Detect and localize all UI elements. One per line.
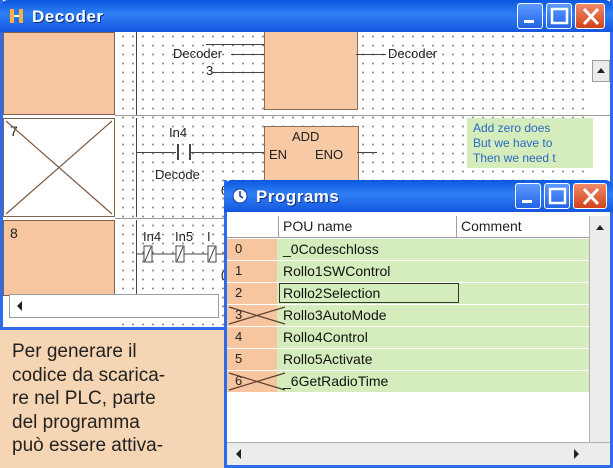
row-index: 5 — [227, 349, 277, 370]
caption-line: può essere attiva- — [12, 435, 164, 456]
comment-box[interactable]: Add zero does But we have to Then we nee… — [467, 118, 593, 168]
column-header-comment[interactable]: Comment — [457, 216, 593, 238]
block-en: EN — [269, 147, 288, 162]
program-row[interactable]: 0 _0Codeschloss — [227, 239, 593, 261]
scroll-left-icon[interactable] — [10, 295, 30, 317]
close-button[interactable] — [575, 3, 605, 29]
row-cell-6 — [3, 32, 115, 115]
pou-name: Rollo1SWControl — [283, 263, 391, 279]
program-row[interactable]: 2 Rollo2Selection — [227, 283, 593, 305]
vertical-scrollbar[interactable] — [589, 216, 610, 461]
wire — [357, 152, 377, 153]
pou-name: Rollo2Selection — [283, 285, 381, 301]
row-index: 4 — [227, 327, 277, 348]
contact-label: In4 — [143, 229, 162, 244]
horizontal-scrollbar[interactable] — [9, 294, 219, 318]
scroll-up-button[interactable] — [592, 60, 610, 82]
caption-line: del programma — [12, 411, 140, 433]
programs-title: Programs — [256, 187, 340, 206]
row-cell-7: 7 — [3, 118, 115, 217]
pou-name: Rollo5Activate — [283, 351, 373, 367]
cross-icon — [228, 306, 286, 325]
row-index: 1 — [227, 261, 277, 282]
negated-contacts[interactable] — [136, 244, 226, 264]
input-label: Decode — [155, 167, 200, 182]
minimize-button[interactable] — [517, 3, 543, 29]
contact-label: In4 — [169, 125, 188, 140]
cross-icon — [5, 120, 113, 215]
row-cell-8: 8 — [3, 220, 115, 296]
wire — [356, 54, 386, 55]
scroll-left-icon[interactable] — [229, 444, 249, 464]
comment-line: But we have to — [473, 136, 553, 150]
contact-label: In5 — [175, 229, 194, 244]
index-header[interactable] — [227, 216, 279, 238]
row-index: 2 — [227, 283, 277, 304]
program-row[interactable]: 1 Rollo1SWControl — [227, 261, 593, 283]
decoder-titlebar[interactable]: Decoder — [0, 0, 613, 32]
programs-titlebar[interactable]: Programs — [224, 180, 613, 212]
wire — [231, 54, 264, 55]
wire — [213, 72, 264, 73]
minimize-button[interactable] — [515, 183, 541, 209]
clock-icon — [232, 188, 248, 204]
horizontal-scrollbar[interactable] — [227, 442, 610, 465]
scroll-right-icon[interactable] — [566, 444, 586, 464]
power-rail — [136, 32, 137, 115]
program-row[interactable]: 6 _6GetRadioTime — [227, 371, 593, 393]
row-number: 8 — [10, 225, 18, 241]
wire — [136, 152, 176, 153]
comment-line: Then we need t — [473, 151, 556, 165]
pou-name: _6GetRadioTime — [283, 373, 389, 389]
caption-line: re nel PLC, parte — [12, 388, 156, 409]
power-rail — [136, 118, 137, 217]
programs-window: Programs POU name Comment 0 _0Codeschloss… — [224, 180, 613, 468]
wire — [189, 152, 264, 153]
decoder-block[interactable] — [264, 32, 358, 110]
ladder-app-icon — [10, 9, 24, 23]
output-label: Decoder — [388, 46, 438, 61]
caption-line: codice da scarica- — [12, 364, 166, 386]
caption-line: Per generare il — [12, 341, 137, 362]
row-index: 0 — [227, 239, 277, 260]
decoder-title: Decoder — [32, 7, 104, 26]
pou-name: Rollo3AutoMode — [283, 307, 387, 323]
block-title: ADD — [292, 129, 320, 144]
comment-line: Add zero does — [473, 121, 551, 135]
pou-name: _0Codeschloss — [283, 241, 379, 257]
cross-icon — [228, 372, 286, 391]
input-value: 3 — [206, 63, 214, 78]
maximize-button[interactable] — [544, 183, 570, 209]
block-eno: ENO — [315, 147, 344, 162]
column-header-pou-name[interactable]: POU name — [279, 216, 457, 238]
contact-label: I — [207, 229, 211, 244]
add-block[interactable]: ADD EN ENO — [264, 126, 359, 188]
input-label: Decoder — [173, 46, 223, 61]
program-row[interactable]: 5 Rollo5Activate — [227, 349, 593, 371]
program-row[interactable]: 4 Rollo4Control — [227, 327, 593, 349]
program-row[interactable]: 3 Rollo3AutoMode — [227, 305, 593, 327]
caption-text: Per generare il codice da scarica- re ne… — [12, 340, 220, 458]
wire — [206, 44, 264, 45]
maximize-button[interactable] — [546, 3, 572, 29]
row-divider — [115, 115, 610, 116]
close-button[interactable] — [573, 183, 607, 209]
pou-name: Rollo4Control — [283, 329, 368, 345]
